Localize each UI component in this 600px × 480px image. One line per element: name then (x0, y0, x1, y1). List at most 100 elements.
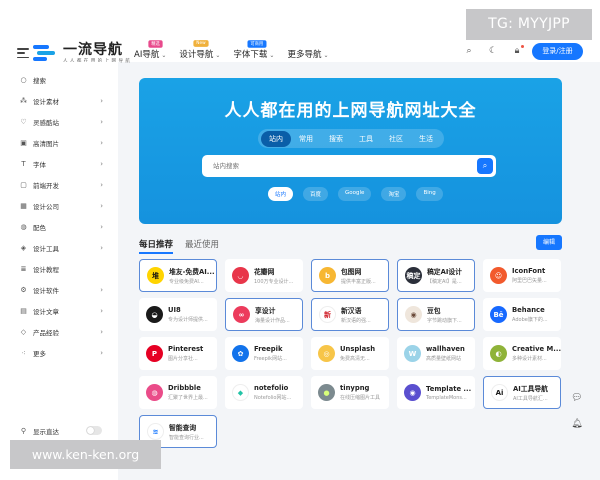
site-card[interactable]: Wwallhaven 高质量壁纸网站 (397, 337, 475, 370)
menu-icon[interactable] (17, 48, 29, 58)
search-engine-1[interactable]: 百度 (303, 187, 329, 201)
site-card[interactable]: P Pinterest 图片分享社... (139, 337, 217, 370)
book-icon: ≣ (20, 265, 27, 273)
site-card[interactable]: b 包图网 提供丰富正版... (311, 259, 389, 292)
search-engine-4[interactable]: Bing (416, 187, 443, 201)
chevron-down-icon: ⌄ (161, 52, 167, 59)
site-card[interactable]: 新新汉语 新汉语的强... (311, 298, 389, 331)
nav-badge: 可商用 (247, 40, 267, 48)
site-card-desc: 汇聚了世界上最... (168, 395, 208, 401)
site-logo-icon: ◉ (404, 384, 421, 401)
site-card[interactable]: ◒ UI8 专为设计师提供... (139, 298, 217, 331)
search-tab-0[interactable]: 站内 (261, 130, 291, 147)
site-card-desc: 【稿定AI】是... (427, 279, 462, 285)
search-tab-3[interactable]: 工具 (351, 131, 381, 147)
sidebar-item-label: 搜索 (33, 77, 46, 85)
site-card-name: Creative M... (512, 345, 561, 353)
nav-item-3[interactable]: 更多导航 ⌄ (287, 48, 328, 60)
header-icons: ⌕ ☾ 🔒︎ (464, 45, 524, 56)
sidebar-item-11[interactable]: ▤ 设计文章 › (19, 304, 107, 318)
sidebar-item-6[interactable]: ▦ 设计公司 › (19, 199, 107, 213)
search-tab-5[interactable]: 生活 (411, 131, 441, 147)
lock-icon[interactable]: 🔒︎ (512, 45, 524, 56)
search-engine-0[interactable]: 站内 (268, 187, 294, 201)
sidebar-item-13[interactable]: ⁖ 更多 › (19, 346, 107, 360)
site-card-name: Dribbble (168, 384, 201, 392)
site-card[interactable]: ◉ Template ... TemplateMons... (397, 376, 475, 409)
site-logo-icon: ◒ (146, 306, 163, 323)
nav-item-2[interactable]: 字体下载 ⌄ 可商用 (233, 40, 274, 60)
site-card[interactable]: ∞ 享设计 海量设计作品... (225, 298, 303, 331)
site-card[interactable]: ◐ Creative M... 多种设计素材... (483, 337, 561, 370)
search-input[interactable] (202, 155, 472, 177)
sidebar-item-1[interactable]: ⁂ 设计素材 › (19, 94, 107, 108)
site-card[interactable]: Bē Behance Adobe旗下的... (483, 298, 561, 331)
sidebar-item-4[interactable]: T 字体 › (19, 157, 107, 171)
edit-button[interactable]: 编辑 (536, 235, 562, 250)
site-card[interactable]: ☺ IconFont 阿里巴巴矢量... (483, 259, 561, 292)
site-card[interactable]: 稿定 稿定AI设计 【稿定AI】是... (397, 259, 475, 292)
sidebar-item-2[interactable]: ♡ 灵感酷站 › (19, 115, 107, 129)
bell-icon[interactable]: 🔔︎ (571, 418, 583, 430)
sidebar-item-label: 设计软件 (33, 287, 59, 295)
search-submit-icon[interactable]: ⌕ (477, 158, 493, 174)
main-nav: AI导航 ⌄ 精选 设计导航 ⌄ New 字体下载 ⌄ 可商用 更多导航 ⌄ (134, 40, 342, 60)
site-logo-icon: 堆 (147, 267, 164, 284)
sidebar-item-9[interactable]: ≣ 设计教程 (19, 262, 107, 276)
search-icon[interactable]: ⌕ (464, 46, 474, 56)
login-button[interactable]: 登录/注册 (532, 43, 583, 60)
logo-mark-icon (33, 43, 59, 63)
search-engine-3[interactable]: 淘宝 (381, 187, 407, 201)
site-card[interactable]: 堆堆友-免费AI... 专业级免费AI... (139, 259, 217, 292)
chevron-down-icon: ⌄ (215, 52, 221, 59)
site-card-name: 包图网 (341, 268, 362, 276)
site-card-name: 新汉语 (341, 307, 362, 315)
sidebar-item-12[interactable]: ◇ 产品经验 › (19, 325, 107, 339)
moon-icon[interactable]: ☾ (488, 46, 498, 56)
sidebar-item-label: 字体 (33, 161, 46, 169)
site-card-name: AI工具导航 (513, 385, 548, 393)
sidebar-item-3[interactable]: ▣ 高清图片 › (19, 136, 107, 150)
site-card[interactable]: ◡ 花瓣网 100万专业设计... (225, 259, 303, 292)
site-card[interactable]: Ai AI工具导航 AI工具导航汇... (483, 376, 561, 409)
font-icon: T (21, 160, 26, 168)
sidebar-item-label: 灵感酷站 (33, 119, 59, 127)
site-logo-icon: 稿定 (405, 267, 422, 284)
chevron-down-icon: ⌄ (323, 52, 329, 59)
nav-item-0[interactable]: AI导航 ⌄ 精选 (134, 40, 167, 60)
section-tab-1[interactable]: 最近使用 (185, 238, 219, 254)
site-card[interactable]: ✿ Freepik Freepik网站... (225, 337, 303, 370)
sidebar-item-0[interactable]: ○ 搜索 (19, 73, 107, 87)
sidebar-item-5[interactable]: ▢ 前端开发 › (19, 178, 107, 192)
search-engine-2[interactable]: Google (338, 187, 372, 201)
sidebar-item-7[interactable]: ◍ 配色 › (19, 220, 107, 234)
search-tab-4[interactable]: 社区 (381, 131, 411, 147)
search-tab-2[interactable]: 搜索 (321, 131, 351, 147)
site-card-name: Template ... (426, 384, 472, 393)
wechat-icon[interactable]: 💬︎ (571, 392, 583, 404)
nav-item-1[interactable]: 设计导航 ⌄ New (179, 40, 221, 60)
sidebar-item-8[interactable]: ◈ 设计工具 › (19, 241, 107, 255)
site-card-name: Pinterest (168, 345, 204, 353)
site-card[interactable]: ◎ Unsplash 免费高清无... (311, 337, 389, 370)
site-logo-icon: ● (318, 384, 335, 401)
site-card-desc: 在线压缩图片工具 (340, 395, 381, 401)
show-direct-label: 显示直达 (33, 428, 59, 436)
chevron-right-icon: › (100, 328, 103, 336)
site-card-desc: 提供丰富正版... (341, 279, 376, 285)
show-direct-toggle[interactable] (86, 426, 102, 435)
site-logo-icon: ◡ (232, 267, 249, 284)
sidebar-item-10[interactable]: ⚙ 设计软件 › (19, 283, 107, 297)
sidebar-item-label: 前端开发 (33, 182, 59, 190)
watermark-bottom: www.ken-ken.org (10, 440, 161, 469)
site-card[interactable]: ● tinypng 在线压缩图片工具 (311, 376, 389, 409)
section-tab-0[interactable]: 每日推荐 (139, 238, 174, 254)
site-card-name: 花瓣网 (254, 268, 275, 276)
site-card[interactable]: ◉ 豆包 字节跳动旗下... (397, 298, 475, 331)
chevron-right-icon: › (100, 307, 103, 315)
nav-item-label: 更多导航 (287, 50, 322, 60)
search-tab-1[interactable]: 常用 (291, 131, 321, 147)
site-card[interactable]: ◍ Dribbble 汇聚了世界上最... (139, 376, 217, 409)
hero-title: 人人都在用的上网导航网址大全 (224, 101, 477, 121)
site-card[interactable]: ◆ notefolio Notefolio网站... (225, 376, 303, 409)
